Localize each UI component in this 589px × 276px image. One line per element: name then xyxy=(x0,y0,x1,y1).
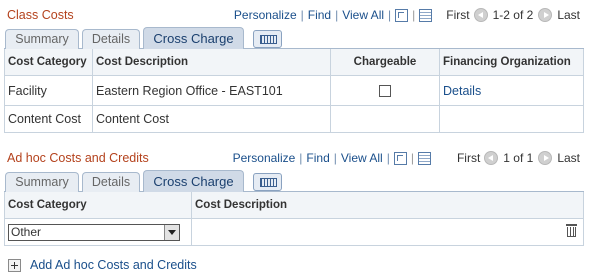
grid-header: Ad hoc Costs and Credits Personalize | F… xyxy=(4,148,584,170)
column-header: Financing Organization xyxy=(439,49,583,75)
financing-organization-cell xyxy=(439,106,583,132)
prev-arrow-icon[interactable] xyxy=(473,8,488,22)
personalize-link[interactable]: Personalize xyxy=(234,8,297,22)
table-row: Other xyxy=(5,219,583,245)
trash-lid xyxy=(566,224,577,226)
details-link[interactable]: Details xyxy=(443,84,481,98)
cost-category-cell: Facility xyxy=(8,83,47,98)
tab-bar: Summary Details Cross Charge xyxy=(4,170,584,193)
divider: | xyxy=(300,8,304,22)
next-arrow-icon[interactable] xyxy=(538,151,553,165)
first-link[interactable]: First xyxy=(457,151,480,165)
divider: | xyxy=(299,151,303,165)
trash-icon[interactable] xyxy=(566,224,577,237)
chargeable-cell xyxy=(330,76,439,105)
divider: | xyxy=(388,8,392,22)
table-header-row: Cost Category Cost Description Chargeabl… xyxy=(5,49,583,76)
plus-icon[interactable] xyxy=(8,258,21,272)
column-header: Cost Category xyxy=(8,56,87,68)
financing-organization-cell: Details xyxy=(439,76,583,105)
class-costs-table: Cost Category Cost Description Chargeabl… xyxy=(4,49,584,133)
download-icon[interactable] xyxy=(419,8,433,22)
cost-description-cell xyxy=(191,219,583,245)
divider: | xyxy=(333,151,337,165)
add-adhoc-costs-link[interactable]: Add Ad hoc Costs and Credits xyxy=(30,258,197,272)
grid-title: Ad hoc Costs and Credits xyxy=(7,151,149,165)
table-row: Content Cost Content Cost xyxy=(5,106,583,132)
tab-summary[interactable]: Summary xyxy=(5,29,79,50)
column-header: Cost Category xyxy=(8,199,87,211)
grid-navigation: Personalize | Find | View All | | First … xyxy=(233,151,580,165)
last-link[interactable]: Last xyxy=(557,151,580,165)
table-row: Facility Eastern Region Office - EAST101… xyxy=(5,76,583,106)
add-adhoc-costs[interactable]: Add Ad hoc Costs and Credits xyxy=(8,258,197,272)
divider: | xyxy=(410,151,414,165)
column-header: Chargeable xyxy=(330,49,439,75)
cost-description-cell: Eastern Region Office - EAST101 xyxy=(92,76,330,105)
view-all-link[interactable]: View All xyxy=(341,151,383,165)
zoom-icon[interactable] xyxy=(395,8,409,22)
grid-header: Class Costs Personalize | Find | View Al… xyxy=(4,5,584,27)
dropdown-arrow-icon[interactable] xyxy=(164,224,179,240)
tab-cross-charge[interactable]: Cross Charge xyxy=(143,170,244,193)
show-all-columns-icon[interactable] xyxy=(253,30,282,48)
divider: | xyxy=(386,151,390,165)
chargeable-cell xyxy=(330,106,439,132)
cost-category-select[interactable]: Other xyxy=(8,223,180,241)
table-header-row: Cost Category Cost Description xyxy=(5,192,583,219)
zoom-icon[interactable] xyxy=(393,151,407,165)
chargeable-checkbox[interactable] xyxy=(379,84,391,97)
tab-details[interactable]: Details xyxy=(82,172,140,193)
view-all-link[interactable]: View All xyxy=(342,8,384,22)
trash-body xyxy=(567,227,576,237)
find-link[interactable]: Find xyxy=(308,8,331,22)
column-header: Cost Description xyxy=(191,192,583,218)
show-all-columns-icon[interactable] xyxy=(253,173,282,191)
first-link[interactable]: First xyxy=(446,8,469,22)
next-arrow-icon[interactable] xyxy=(538,8,553,22)
adhoc-costs-grid: Ad hoc Costs and Credits Personalize | F… xyxy=(4,148,584,246)
cost-category-cell: Content Cost xyxy=(8,112,81,126)
cost-description-cell: Content Cost xyxy=(92,106,330,132)
cost-category-cell: Other xyxy=(5,219,191,245)
prev-arrow-icon[interactable] xyxy=(484,151,499,165)
class-costs-grid: Class Costs Personalize | Find | View Al… xyxy=(4,5,584,133)
tab-cross-charge[interactable]: Cross Charge xyxy=(143,27,244,50)
last-link[interactable]: Last xyxy=(557,8,580,22)
row-range: 1 of 1 xyxy=(503,151,534,165)
download-icon[interactable] xyxy=(417,151,431,165)
tab-bar: Summary Details Cross Charge xyxy=(4,27,584,50)
grid-title: Class Costs xyxy=(7,8,74,22)
grid-navigation: Personalize | Find | View All | | First … xyxy=(234,8,580,22)
tab-details[interactable]: Details xyxy=(82,29,140,50)
selected-value: Other xyxy=(11,224,42,239)
column-header: Cost Description xyxy=(92,49,330,75)
personalize-link[interactable]: Personalize xyxy=(233,151,296,165)
find-link[interactable]: Find xyxy=(306,151,329,165)
adhoc-costs-table: Cost Category Cost Description Other xyxy=(4,192,584,246)
row-range: 1-2 of 2 xyxy=(492,8,534,22)
divider: | xyxy=(412,8,416,22)
divider: | xyxy=(335,8,339,22)
tab-summary[interactable]: Summary xyxy=(5,172,79,193)
